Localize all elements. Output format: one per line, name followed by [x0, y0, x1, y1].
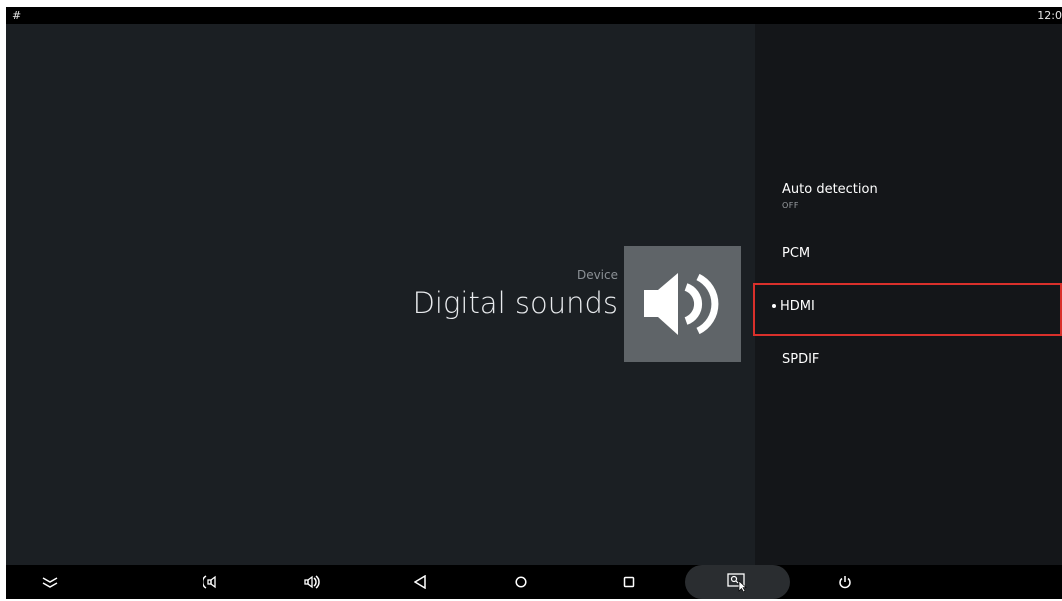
home-icon [515, 576, 527, 588]
option-label: HDMI [780, 299, 815, 314]
back-icon [414, 575, 426, 589]
status-hash-indicator: # [12, 9, 22, 22]
back-button[interactable] [400, 565, 440, 599]
power-icon [839, 576, 851, 589]
volume-up-icon [304, 575, 320, 589]
navigation-bar [6, 565, 1062, 599]
volume-down-icon [203, 575, 216, 589]
volume-down-button[interactable] [191, 565, 231, 599]
speaker-tile [624, 246, 741, 362]
status-bar: # 12:0 [6, 7, 1062, 24]
option-auto-detection[interactable]: Auto detection OFF [782, 182, 878, 210]
collapse-button[interactable] [30, 565, 70, 599]
option-pcm[interactable]: PCM [782, 246, 810, 261]
option-sublabel: OFF [782, 201, 799, 210]
selected-bullet-icon [772, 303, 776, 308]
volume-up-button[interactable] [292, 565, 332, 599]
home-button[interactable] [501, 565, 541, 599]
screenshot-icon [727, 573, 747, 592]
page-title: Digital sounds [412, 286, 618, 320]
screenshot-button[interactable] [717, 565, 757, 599]
option-label: SPDIF [782, 352, 820, 367]
recents-button[interactable] [609, 565, 649, 599]
collapse-icon [42, 577, 58, 588]
status-clock: 12:0 [1037, 9, 1062, 22]
recents-icon [623, 576, 635, 588]
speaker-volume-icon [644, 273, 719, 335]
option-hdmi[interactable]: HDMI [772, 299, 815, 314]
tv-screen: # 12:0 Device Digital sounds Auto detect… [6, 7, 1062, 599]
option-label: Auto detection [782, 182, 878, 197]
option-label: PCM [782, 246, 811, 261]
power-button[interactable] [825, 565, 865, 599]
option-spdif[interactable]: SPDIF [782, 352, 819, 367]
category-label: Device [576, 268, 618, 282]
